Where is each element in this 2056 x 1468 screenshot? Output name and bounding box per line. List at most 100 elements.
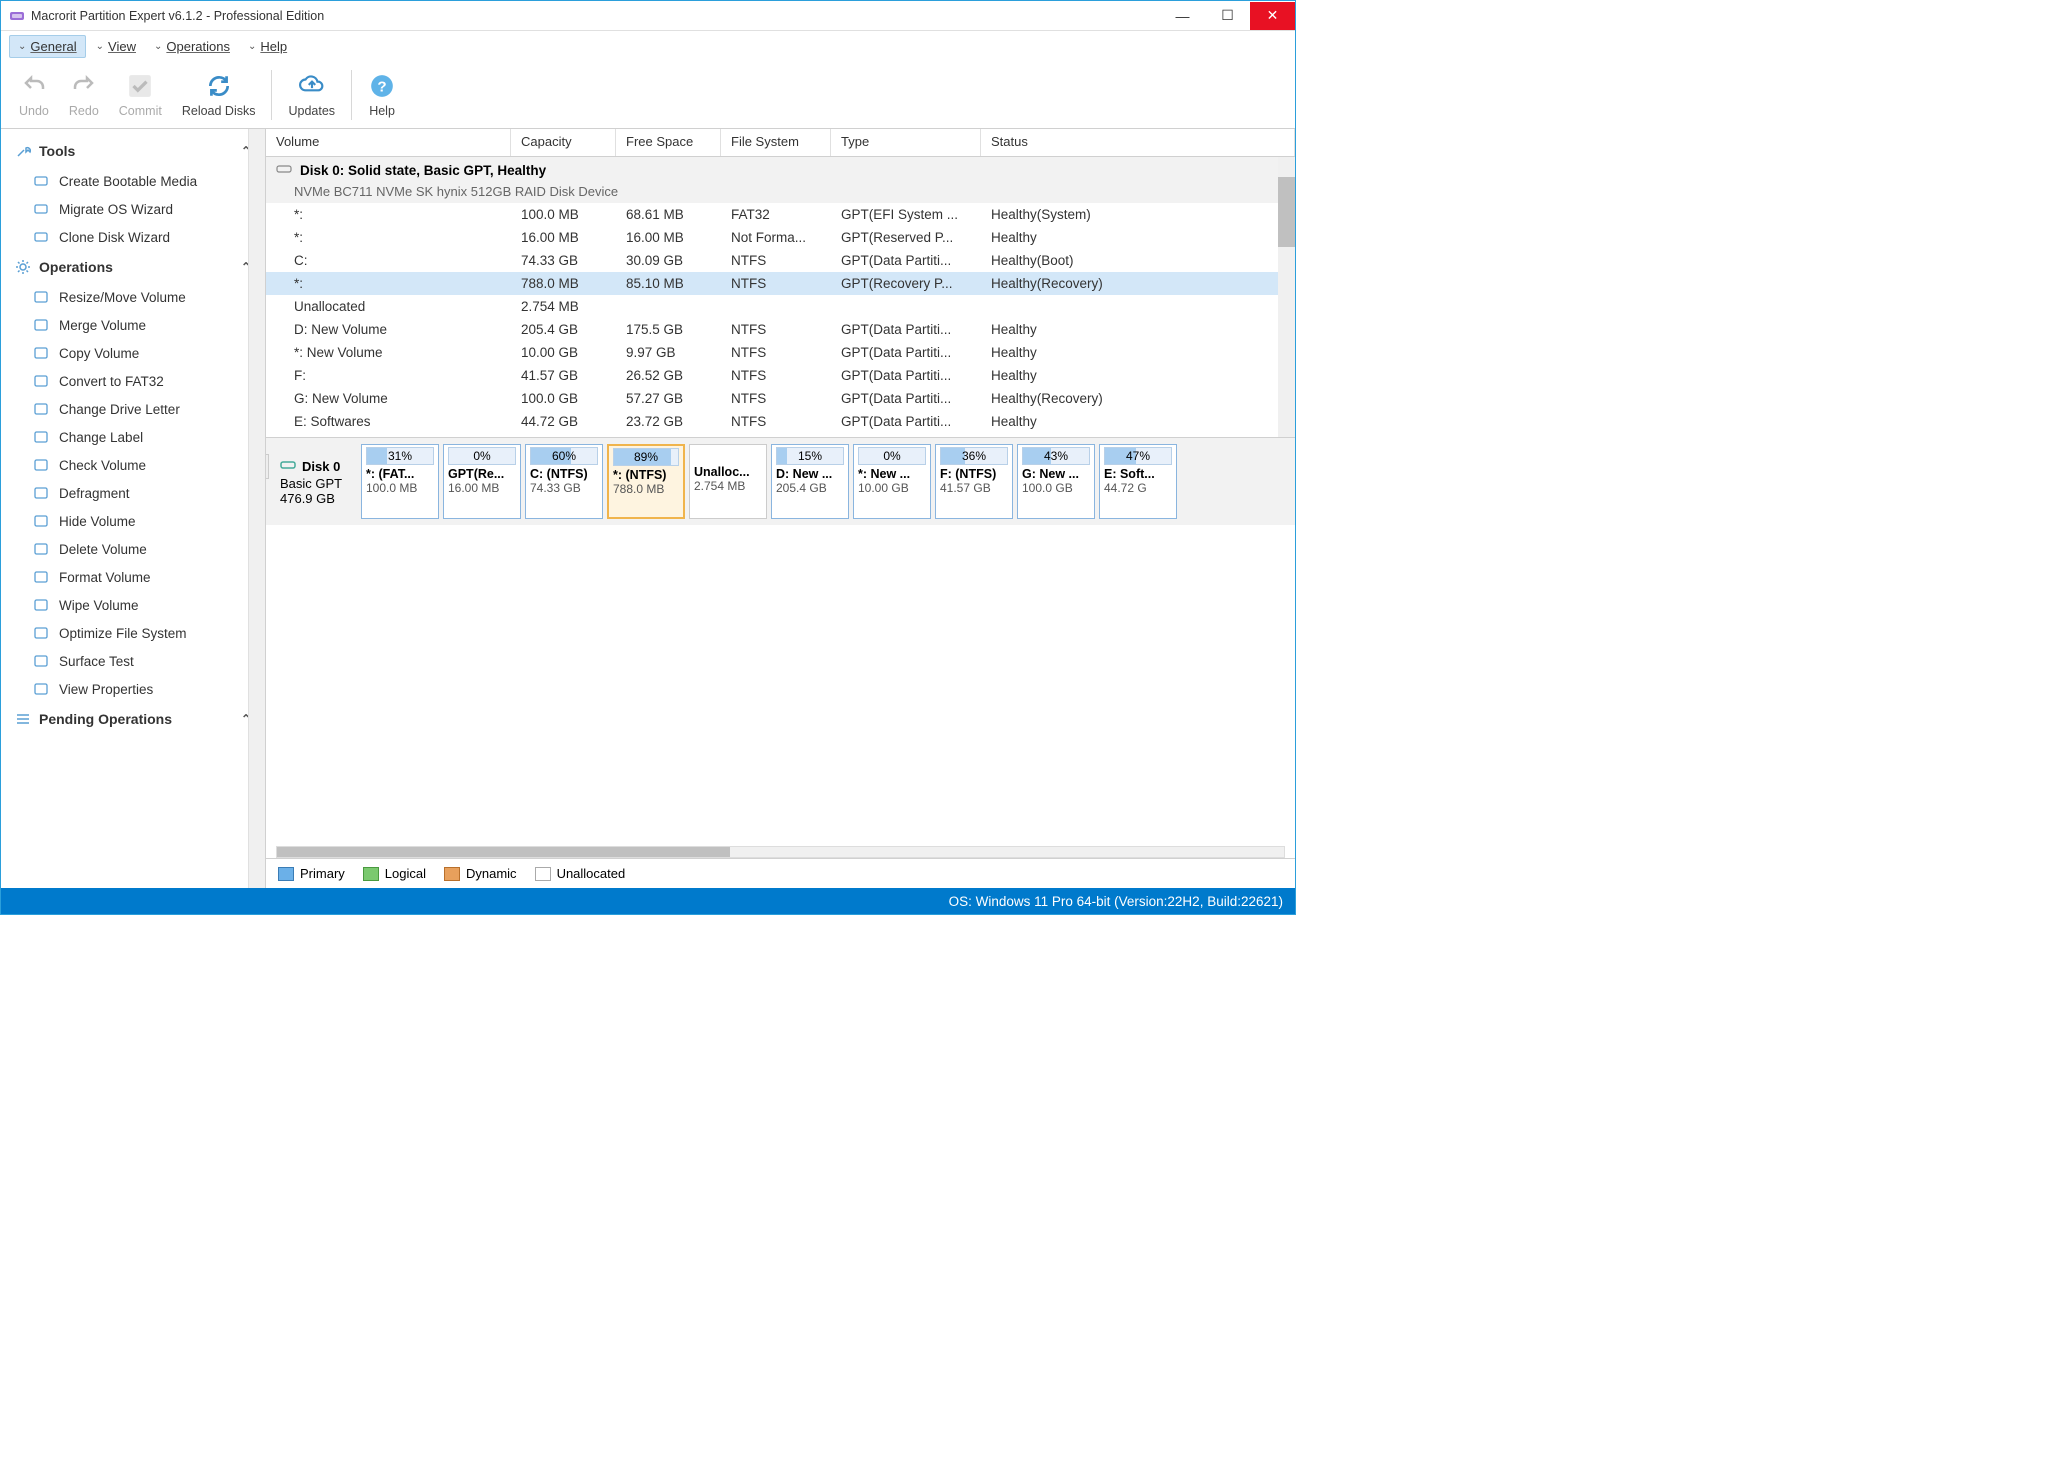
redo-button[interactable]: Redo (59, 68, 109, 122)
usb-icon (33, 173, 49, 189)
gear-icon (15, 259, 31, 275)
operation-icon (33, 289, 49, 305)
menu-help[interactable]: ⌄Help (240, 36, 295, 57)
diskmap-panel: Disk 0 Basic GPT 476.9 GB 31%*: (FAT...1… (266, 437, 1295, 525)
sidebar-item-migrate-os-wizard[interactable]: Migrate OS Wizard (11, 195, 255, 223)
sidebar-item-delete-volume[interactable]: Delete Volume (11, 535, 255, 563)
grid-body: Disk 0: Solid state, Basic GPT, Healthy … (266, 157, 1295, 437)
menu-operations[interactable]: ⌄Operations (146, 36, 238, 57)
sidebar-item-copy-volume[interactable]: Copy Volume (11, 339, 255, 367)
menu-general[interactable]: ⌄General (9, 35, 86, 58)
table-row[interactable]: F:41.57 GB26.52 GBNTFSGPT(Data Partiti..… (266, 364, 1295, 387)
sidebar-item-convert-to-fat32[interactable]: Convert to FAT32 (11, 367, 255, 395)
table-row[interactable]: E: Softwares44.72 GB23.72 GBNTFSGPT(Data… (266, 410, 1295, 433)
diskmap-disk-info[interactable]: Disk 0 Basic GPT 476.9 GB (272, 444, 357, 519)
table-row[interactable]: D: New Volume205.4 GB175.5 GBNTFSGPT(Dat… (266, 318, 1295, 341)
undo-button[interactable]: Undo (9, 68, 59, 122)
sidebar-item-optimize-file-system[interactable]: Optimize File System (11, 619, 255, 647)
section-operations[interactable]: Operations ⌃ (11, 251, 255, 283)
disk-subtitle: NVMe BC711 NVMe SK hynix 512GB RAID Disk… (266, 184, 1295, 203)
main-panel: ⋮ Volume Capacity Free Space File System… (266, 129, 1295, 888)
operation-icon (33, 513, 49, 529)
ellipsis-row: ..... (266, 433, 1295, 437)
section-pending[interactable]: Pending Operations ⌃ (11, 703, 255, 735)
splitter-handle[interactable]: ⋮ (266, 454, 269, 479)
scrollbar[interactable] (248, 129, 265, 888)
reload-disks-button[interactable]: Reload Disks (172, 68, 266, 122)
empty-area (266, 525, 1295, 858)
legend-dynamic: Dynamic (444, 866, 517, 881)
partition-block[interactable]: 60%C: (NTFS)74.33 GB (525, 444, 603, 519)
sidebar-item-format-volume[interactable]: Format Volume (11, 563, 255, 591)
partition-block[interactable]: 0%GPT(Re...16.00 MB (443, 444, 521, 519)
refresh-icon (205, 72, 233, 100)
operation-icon (33, 681, 49, 697)
updates-button[interactable]: Updates (278, 68, 345, 122)
maximize-button[interactable]: ☐ (1205, 2, 1250, 30)
table-row[interactable]: G: New Volume100.0 GB57.27 GBNTFSGPT(Dat… (266, 387, 1295, 410)
operation-icon (33, 345, 49, 361)
sidebar-item-wipe-volume[interactable]: Wipe Volume (11, 591, 255, 619)
legend: Primary Logical Dynamic Unallocated (266, 858, 1295, 888)
sidebar-item-create-bootable-media[interactable]: Create Bootable Media (11, 167, 255, 195)
sidebar-item-defragment[interactable]: Defragment (11, 479, 255, 507)
menu-view[interactable]: ⌄View (88, 36, 144, 57)
col-fs[interactable]: File System (721, 129, 831, 156)
partition-block[interactable]: 89%*: (NTFS)788.0 MB (607, 444, 685, 519)
partition-block[interactable]: 36%F: (NTFS)41.57 GB (935, 444, 1013, 519)
chevron-down-icon: ⌄ (154, 41, 162, 52)
grid-header: Volume Capacity Free Space File System T… (266, 129, 1295, 157)
col-free[interactable]: Free Space (616, 129, 721, 156)
sidebar-item-change-drive-letter[interactable]: Change Drive Letter (11, 395, 255, 423)
toolbar: Undo Redo Commit Reload Disks Updates ? … (1, 61, 1295, 129)
col-capacity[interactable]: Capacity (511, 129, 616, 156)
operation-icon (33, 597, 49, 613)
table-row[interactable]: *:16.00 MB16.00 MBNot Forma...GPT(Reserv… (266, 226, 1295, 249)
col-volume[interactable]: Volume (266, 129, 511, 156)
titlebar: Macrorit Partition Expert v6.1.2 - Profe… (1, 1, 1295, 31)
sidebar-item-clone-disk-wizard[interactable]: Clone Disk Wizard (11, 223, 255, 251)
operation-icon (33, 429, 49, 445)
disk-header[interactable]: Disk 0: Solid state, Basic GPT, Healthy (266, 157, 1295, 184)
help-icon: ? (368, 72, 396, 100)
operation-icon (33, 373, 49, 389)
chevron-down-icon: ⌄ (248, 41, 256, 52)
section-tools[interactable]: Tools ⌃ (11, 135, 255, 167)
menubar: ⌄General ⌄View ⌄Operations ⌄Help (1, 31, 1295, 61)
scrollbar-horizontal[interactable] (276, 846, 1285, 858)
sidebar-item-merge-volume[interactable]: Merge Volume (11, 311, 255, 339)
sidebar-item-surface-test[interactable]: Surface Test (11, 647, 255, 675)
sidebar-item-check-volume[interactable]: Check Volume (11, 451, 255, 479)
table-row[interactable]: *:788.0 MB85.10 MBNTFSGPT(Recovery P...H… (266, 272, 1295, 295)
disk-icon (276, 161, 292, 180)
scrollbar[interactable] (1278, 157, 1295, 437)
col-status[interactable]: Status (981, 129, 1295, 156)
help-button[interactable]: ? Help (358, 68, 406, 122)
sidebar-item-change-label[interactable]: Change Label (11, 423, 255, 451)
table-row[interactable]: Unallocated2.754 MB (266, 295, 1295, 318)
sidebar-item-hide-volume[interactable]: Hide Volume (11, 507, 255, 535)
chevron-down-icon: ⌄ (96, 41, 104, 52)
sidebar-item-view-properties[interactable]: View Properties (11, 675, 255, 703)
partition-block[interactable]: Unalloc...2.754 MB (689, 444, 767, 519)
partition-block[interactable]: 15%D: New ...205.4 GB (771, 444, 849, 519)
table-row[interactable]: *: New Volume10.00 GB9.97 GBNTFSGPT(Data… (266, 341, 1295, 364)
commit-button[interactable]: Commit (109, 68, 172, 122)
table-row[interactable]: *:100.0 MB68.61 MBFAT32GPT(EFI System ..… (266, 203, 1295, 226)
partition-block[interactable]: 31%*: (FAT...100.0 MB (361, 444, 439, 519)
table-row[interactable]: C:74.33 GB30.09 GBNTFSGPT(Data Partiti..… (266, 249, 1295, 272)
clone-icon (33, 229, 49, 245)
close-button[interactable]: ✕ (1250, 2, 1295, 30)
partition-block[interactable]: 47%E: Soft...44.72 G (1099, 444, 1177, 519)
sidebar-item-resize-move-volume[interactable]: Resize/Move Volume (11, 283, 255, 311)
partition-block[interactable]: 43%G: New ...100.0 GB (1017, 444, 1095, 519)
col-type[interactable]: Type (831, 129, 981, 156)
operation-icon (33, 457, 49, 473)
tools-icon (15, 143, 31, 159)
undo-icon (20, 72, 48, 100)
partition-block[interactable]: 0%*: New ...10.00 GB (853, 444, 931, 519)
minimize-button[interactable]: ― (1160, 2, 1205, 30)
legend-primary: Primary (278, 866, 345, 881)
operation-icon (33, 569, 49, 585)
chevron-down-icon: ⌄ (18, 41, 26, 52)
